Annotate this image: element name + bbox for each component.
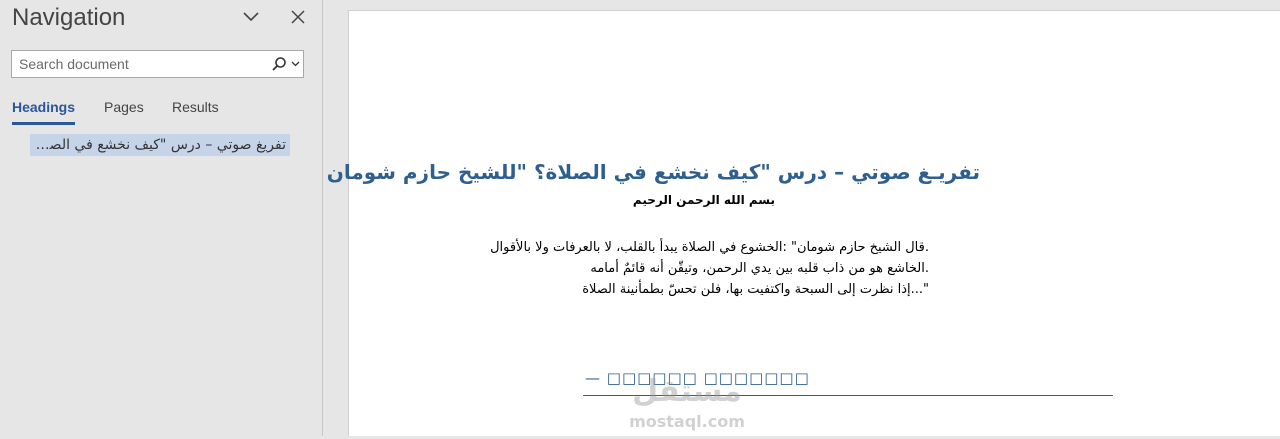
- watermark-arabic: مستقل: [632, 374, 742, 409]
- pane-options-button[interactable]: [238, 4, 264, 30]
- navigation-title: Navigation: [12, 4, 126, 31]
- tab-results[interactable]: Results: [172, 99, 219, 125]
- chevron-down-icon: [243, 12, 259, 22]
- document-paragraph: .قال الشيخ حازم شومان" :الخشوع في الصلاة…: [489, 237, 929, 300]
- search-box: [11, 50, 304, 78]
- watermark-latin: mostaql.com: [629, 412, 745, 431]
- search-icon[interactable]: [271, 56, 287, 72]
- search-input[interactable]: [12, 52, 269, 76]
- heading-list-item[interactable]: تفريغ صوتي – درس "كيف نخشع في الصلاة؟ "ل…: [30, 134, 290, 156]
- close-pane-button[interactable]: [285, 4, 311, 30]
- mostaql-watermark-logo: مستقل mostaql.com: [629, 374, 745, 431]
- navigation-pane: Navigation Headings Pages Results تفريغ …: [0, 0, 323, 436]
- document-heading: تفريـغ صوتي – درس "كيف نخشع في الصلاة؟ "…: [326, 160, 980, 184]
- document-subtitle: بسم الله الرحمن الرحيم: [632, 193, 775, 207]
- paragraph-line: .قال الشيخ حازم شومان" :الخشوع في الصلاة…: [490, 240, 929, 255]
- document-page[interactable]: تفريـغ صوتي – درس "كيف نخشع في الصلاة؟ "…: [326, 10, 1280, 436]
- caret-down-icon[interactable]: [291, 59, 300, 68]
- paragraph-line: .الخاشع هو من ذاب قلبه بين يدي الرحمن، و…: [590, 261, 929, 276]
- document-area: تفريـغ صوتي – درس "كيف نخشع في الصلاة؟ "…: [324, 0, 1280, 436]
- close-icon: [291, 10, 305, 24]
- tab-headings[interactable]: Headings: [12, 99, 76, 125]
- tab-pages[interactable]: Pages: [104, 99, 144, 125]
- paragraph-line: "...إذا نظرت إلى السبحة واكتفيت بها، فلن…: [582, 282, 929, 297]
